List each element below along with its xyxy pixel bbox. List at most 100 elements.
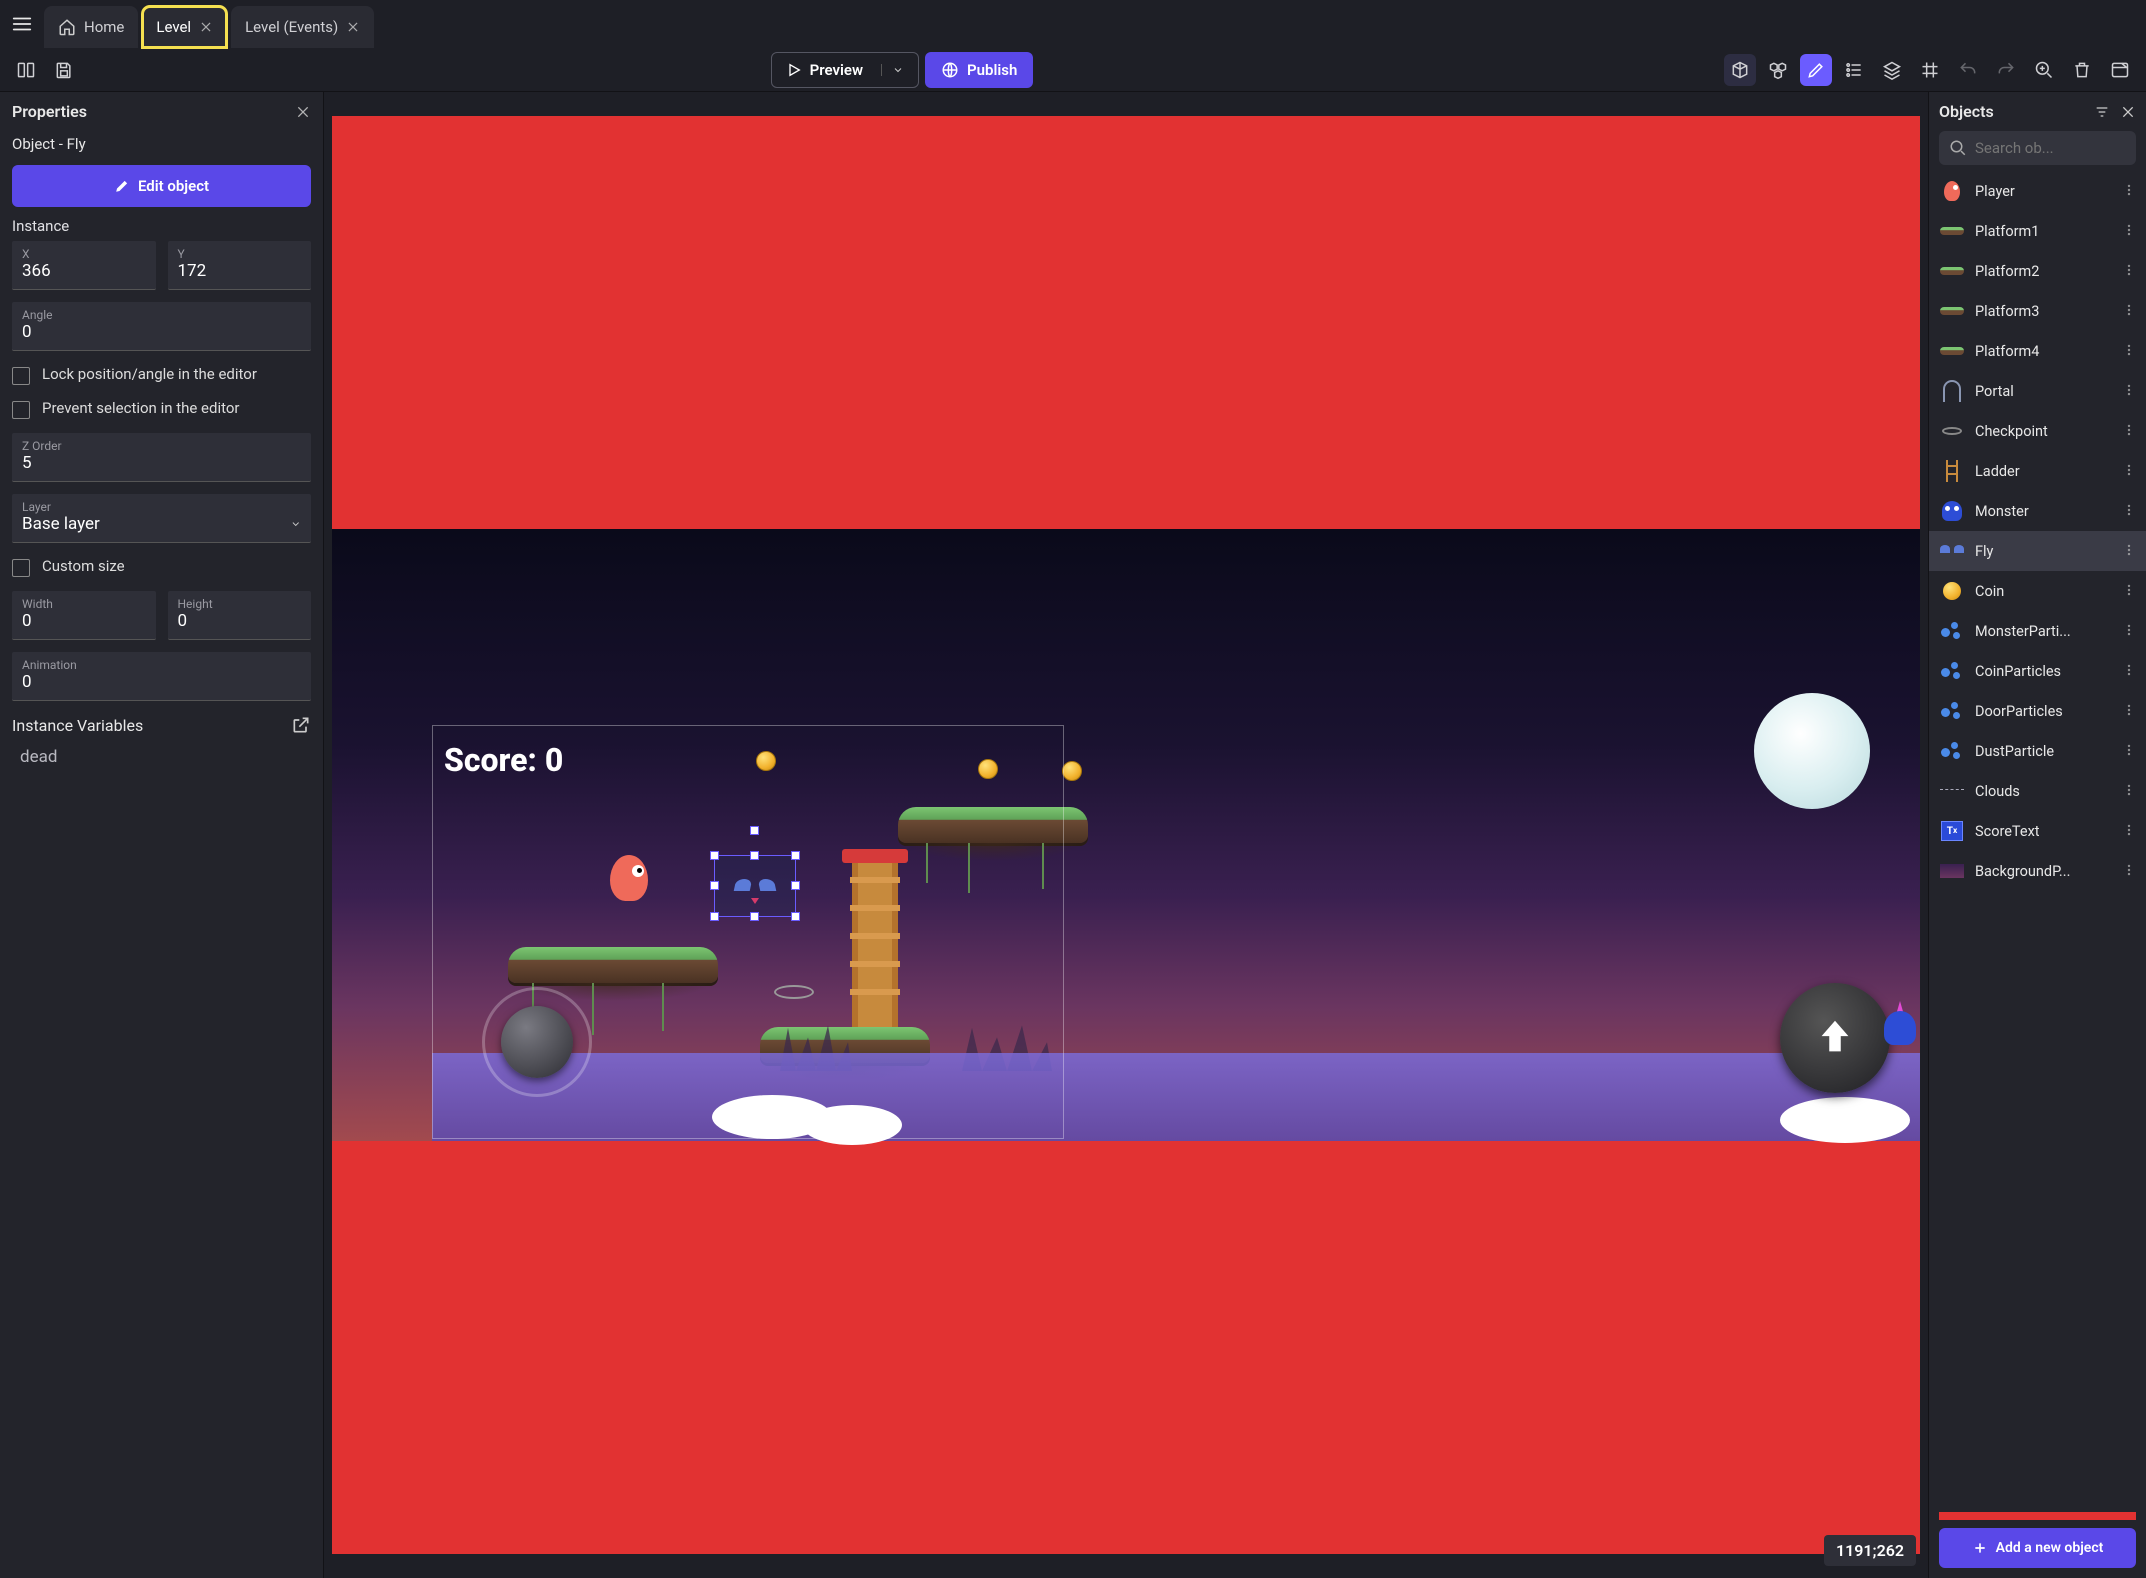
object-item-ladder[interactable]: Ladder <box>1929 451 2146 491</box>
object-item-dustparticle[interactable]: DustParticle <box>1929 731 2146 771</box>
prevent-selection-checkbox[interactable] <box>12 401 30 419</box>
cube-icon[interactable] <box>1724 54 1756 86</box>
platform[interactable] <box>508 947 718 983</box>
search-input[interactable] <box>1975 139 2126 157</box>
fly-selection[interactable] <box>714 855 796 917</box>
coin[interactable] <box>1062 761 1082 781</box>
list-icon[interactable] <box>1838 54 1870 86</box>
object-menu-button[interactable] <box>2122 822 2136 841</box>
object-item-coin[interactable]: Coin <box>1929 571 2146 611</box>
object-menu-button[interactable] <box>2122 542 2136 561</box>
object-item-platform4[interactable]: Platform4 <box>1929 331 2146 371</box>
undo-icon[interactable] <box>1952 54 1984 86</box>
platform[interactable] <box>898 807 1088 843</box>
tab-level-events[interactable]: Level (Events) <box>231 6 374 48</box>
jump-button[interactable] <box>1780 983 1890 1093</box>
trash-icon[interactable] <box>2066 54 2098 86</box>
filter-icon[interactable] <box>2094 104 2110 120</box>
redo-icon[interactable] <box>1990 54 2022 86</box>
close-icon[interactable] <box>2120 104 2136 120</box>
object-item-backgroundp-[interactable]: BackgroundP... <box>1929 851 2146 891</box>
object-name: Checkpoint <box>1975 423 2112 440</box>
object-item-monster[interactable]: Monster <box>1929 491 2146 531</box>
objects-icon[interactable] <box>1762 54 1794 86</box>
object-menu-button[interactable] <box>2122 782 2136 801</box>
angle-input[interactable] <box>22 322 301 342</box>
tab-home[interactable]: Home <box>44 6 138 48</box>
width-field[interactable]: Width <box>12 591 156 640</box>
tab-level[interactable]: Level <box>142 6 227 48</box>
object-item-scoretext[interactable]: Tx ScoreText <box>1929 811 2146 851</box>
edit-object-button[interactable]: Edit object <box>12 165 311 207</box>
object-menu-button[interactable] <box>2122 662 2136 681</box>
x-field[interactable]: X <box>12 241 156 290</box>
ladder[interactable] <box>852 863 898 1027</box>
grid-icon[interactable] <box>1914 54 1946 86</box>
add-object-button[interactable]: Add a new object <box>1939 1528 2136 1568</box>
preview-dropdown[interactable] <box>881 64 904 76</box>
object-menu-button[interactable] <box>2122 862 2136 881</box>
zorder-field[interactable]: Z Order <box>12 433 311 482</box>
y-input[interactable] <box>178 261 302 281</box>
object-menu-button[interactable] <box>2122 742 2136 761</box>
object-item-monsterparti-[interactable]: MonsterParti... <box>1929 611 2146 651</box>
lock-position-checkbox[interactable] <box>12 367 30 385</box>
object-menu-button[interactable] <box>2122 422 2136 441</box>
settings-panel-icon[interactable] <box>2104 54 2136 86</box>
coin[interactable] <box>978 759 998 779</box>
object-menu-button[interactable] <box>2122 502 2136 521</box>
close-icon[interactable] <box>295 104 311 120</box>
object-item-fly[interactable]: Fly <box>1929 531 2146 571</box>
object-name: ScoreText <box>1975 823 2112 840</box>
custom-size-checkbox[interactable] <box>12 559 30 577</box>
menu-button[interactable] <box>0 13 44 35</box>
search-objects[interactable] <box>1939 131 2136 165</box>
panels-toggle-button[interactable] <box>10 54 42 86</box>
close-icon[interactable] <box>199 20 213 34</box>
object-menu-button[interactable] <box>2122 302 2136 321</box>
instance-variable-dead[interactable]: dead <box>12 741 311 773</box>
zoom-in-icon[interactable] <box>2028 54 2060 86</box>
object-menu-button[interactable] <box>2122 342 2136 361</box>
height-input[interactable] <box>178 611 302 631</box>
animation-input[interactable] <box>22 672 301 692</box>
layers-icon[interactable] <box>1876 54 1908 86</box>
object-item-coinparticles[interactable]: CoinParticles <box>1929 651 2146 691</box>
object-item-doorparticles[interactable]: DoorParticles <box>1929 691 2146 731</box>
layer-field[interactable]: Layer Base layer <box>12 494 311 543</box>
object-item-portal[interactable]: Portal <box>1929 371 2146 411</box>
save-button[interactable] <box>48 54 80 86</box>
object-item-platform1[interactable]: Platform1 <box>1929 211 2146 251</box>
object-menu-button[interactable] <box>2122 622 2136 641</box>
zorder-input[interactable] <box>22 453 301 473</box>
width-input[interactable] <box>22 611 146 631</box>
close-icon[interactable] <box>346 20 360 34</box>
height-field[interactable]: Height <box>168 591 312 640</box>
animation-field[interactable]: Animation <box>12 652 311 701</box>
object-menu-button[interactable] <box>2122 262 2136 281</box>
publish-button[interactable]: Publish <box>925 52 1033 88</box>
player[interactable] <box>610 855 648 901</box>
coin[interactable] <box>756 751 776 771</box>
monster[interactable] <box>1884 1011 1916 1045</box>
angle-field[interactable]: Angle <box>12 302 311 351</box>
joystick[interactable] <box>482 987 592 1097</box>
x-input[interactable] <box>22 261 146 281</box>
object-item-platform2[interactable]: Platform2 <box>1929 251 2146 291</box>
object-item-checkpoint[interactable]: Checkpoint <box>1929 411 2146 451</box>
object-menu-button[interactable] <box>2122 582 2136 601</box>
scene-canvas[interactable]: Score: 0 <box>324 92 1928 1578</box>
object-item-platform3[interactable]: Platform3 <box>1929 291 2146 331</box>
open-external-icon[interactable] <box>291 715 311 735</box>
edit-mode-icon[interactable] <box>1800 54 1832 86</box>
object-menu-button[interactable] <box>2122 382 2136 401</box>
object-menu-button[interactable] <box>2122 702 2136 721</box>
object-menu-button[interactable] <box>2122 222 2136 241</box>
object-item-player[interactable]: Player <box>1929 171 2146 211</box>
object-menu-button[interactable] <box>2122 462 2136 481</box>
checkpoint[interactable] <box>774 985 814 999</box>
object-menu-button[interactable] <box>2122 182 2136 201</box>
preview-button[interactable]: Preview <box>771 52 919 88</box>
y-field[interactable]: Y <box>168 241 312 290</box>
object-item-clouds[interactable]: Clouds <box>1929 771 2146 811</box>
